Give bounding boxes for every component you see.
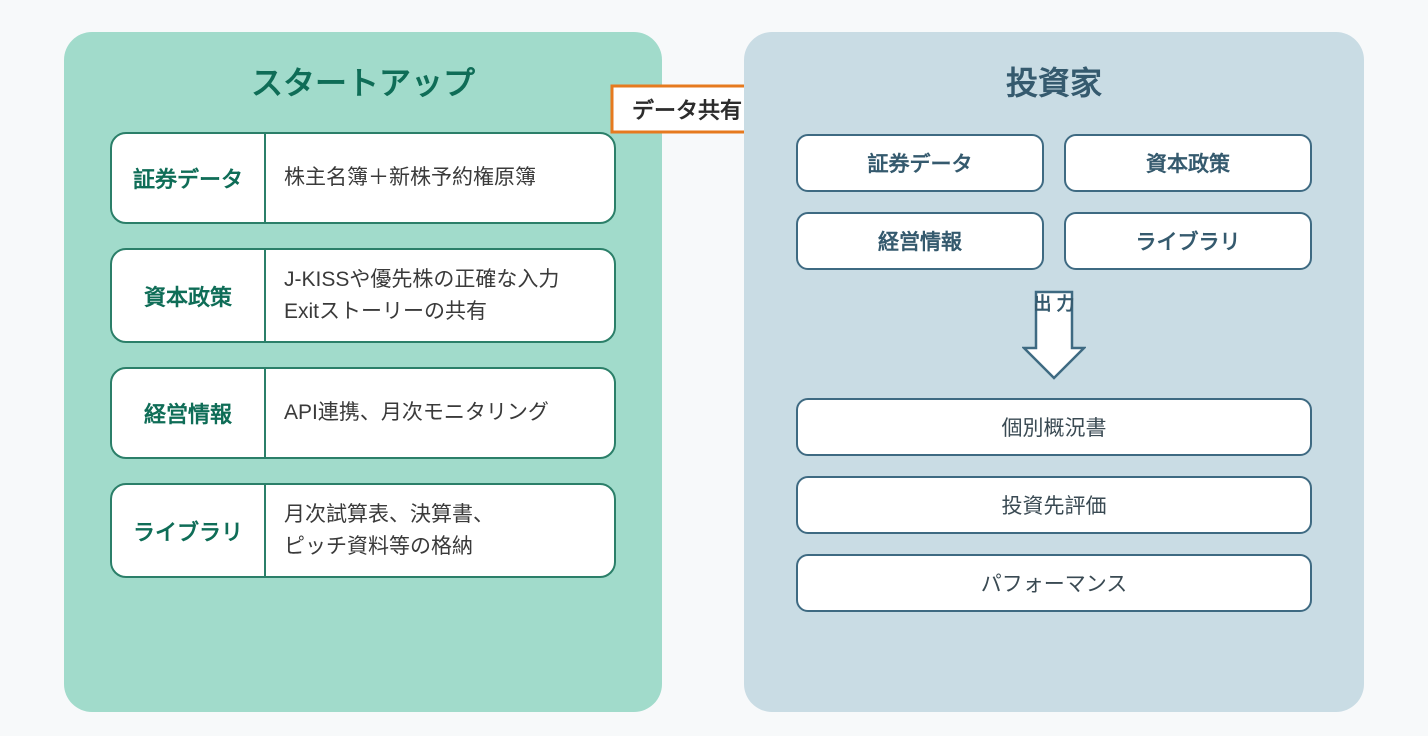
startup-row-label: 証券データ bbox=[112, 134, 266, 222]
output-arrow: 出 力 bbox=[1022, 290, 1086, 380]
diagram-canvas: スタートアップ 証券データ 株主名簿＋新株予約権原簿 資本政策 J-KISSや優… bbox=[0, 0, 1428, 736]
startup-row-securities: 証券データ 株主名簿＋新株予約権原簿 bbox=[110, 132, 616, 224]
investor-outputs-stack: 個別概況書 投資先評価 パフォーマンス bbox=[796, 398, 1312, 612]
investor-output-evaluation: 投資先評価 bbox=[796, 476, 1312, 534]
data-share-arrow-label: データ共有 bbox=[610, 72, 764, 146]
investor-panel-title: 投資家 bbox=[796, 58, 1312, 104]
investor-input-management-info: 経営情報 bbox=[796, 212, 1044, 270]
startup-row-library: ライブラリ 月次試算表、決算書、 ピッチ資料等の格納 bbox=[110, 483, 616, 578]
investor-panel: 投資家 証券データ 資本政策 経営情報 ライブラリ 出 力 個別概況書 投資先評… bbox=[744, 32, 1364, 712]
startup-row-desc: API連携、月次モニタリング bbox=[266, 369, 614, 457]
startup-row-label: ライブラリ bbox=[112, 485, 266, 576]
startup-row-desc: J-KISSや優先株の正確な入力 Exitストーリーの共有 bbox=[266, 250, 614, 341]
investor-output-performance: パフォーマンス bbox=[796, 554, 1312, 612]
investor-inputs-grid: 証券データ 資本政策 経営情報 ライブラリ bbox=[796, 134, 1312, 270]
startup-row-capital-policy: 資本政策 J-KISSや優先株の正確な入力 Exitストーリーの共有 bbox=[110, 248, 616, 343]
output-arrow-label: 出 力 bbox=[1022, 294, 1086, 315]
startup-row-label: 経営情報 bbox=[112, 369, 266, 457]
startup-row-desc: 株主名簿＋新株予約権原簿 bbox=[266, 134, 614, 222]
investor-input-securities: 証券データ bbox=[796, 134, 1044, 192]
startup-row-desc: 月次試算表、決算書、 ピッチ資料等の格納 bbox=[266, 485, 614, 576]
investor-input-capital-policy: 資本政策 bbox=[1064, 134, 1312, 192]
output-arrow-wrap: 出 力 bbox=[796, 290, 1312, 380]
investor-output-overview: 個別概況書 bbox=[796, 398, 1312, 456]
startup-panel: スタートアップ 証券データ 株主名簿＋新株予約権原簿 資本政策 J-KISSや優… bbox=[64, 32, 662, 712]
startup-row-label: 資本政策 bbox=[112, 250, 266, 341]
investor-input-library: ライブラリ bbox=[1064, 212, 1312, 270]
startup-row-management-info: 経営情報 API連携、月次モニタリング bbox=[110, 367, 616, 459]
startup-panel-title: スタートアップ bbox=[110, 58, 616, 104]
